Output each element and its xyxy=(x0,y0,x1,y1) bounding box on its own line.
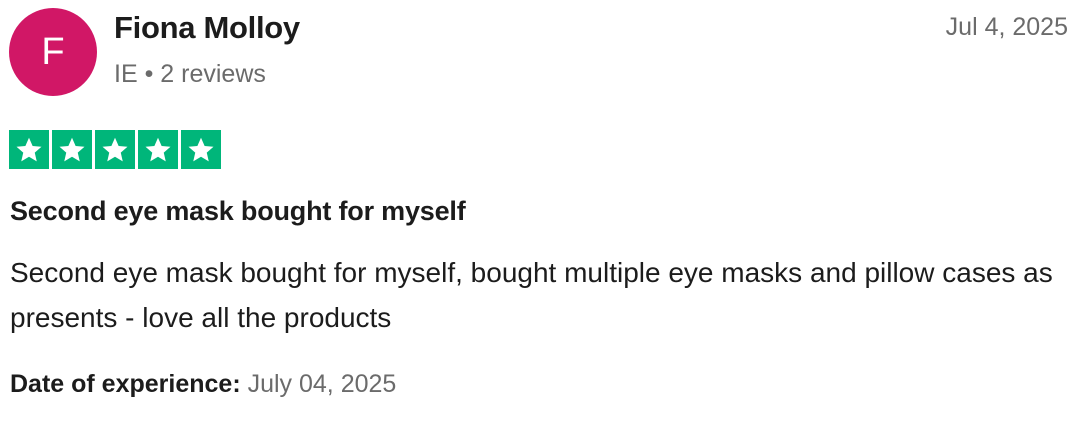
review-body: Second eye mask bought for myself, bough… xyxy=(10,257,1053,333)
review-posted-date: Jul 4, 2025 xyxy=(945,13,1068,41)
reviewer-meta: IE • 2 reviews xyxy=(114,60,266,89)
review-card: F Fiona Molloy IE • 2 reviews Jul 4, 202… xyxy=(0,0,1090,422)
star-icon xyxy=(138,130,178,169)
reviewer-country: IE xyxy=(114,60,138,88)
reviewer-review-count: 2 reviews xyxy=(160,60,266,88)
meta-separator: • xyxy=(144,60,154,88)
review-title[interactable]: Second eye mask bought for myself xyxy=(10,196,466,227)
reviewer-avatar[interactable]: F xyxy=(9,8,97,96)
star-rating xyxy=(9,130,221,169)
star-icon xyxy=(9,130,49,169)
experience-date: July 04, 2025 xyxy=(247,370,397,398)
star-icon xyxy=(181,130,221,169)
star-icon xyxy=(95,130,135,169)
date-of-experience: Date of experience: July 04, 2025 xyxy=(10,370,396,399)
reviewer-name[interactable]: Fiona Molloy xyxy=(114,10,300,46)
star-icon xyxy=(52,130,92,169)
experience-label: Date of experience: xyxy=(10,370,241,398)
avatar-initial: F xyxy=(41,31,65,73)
